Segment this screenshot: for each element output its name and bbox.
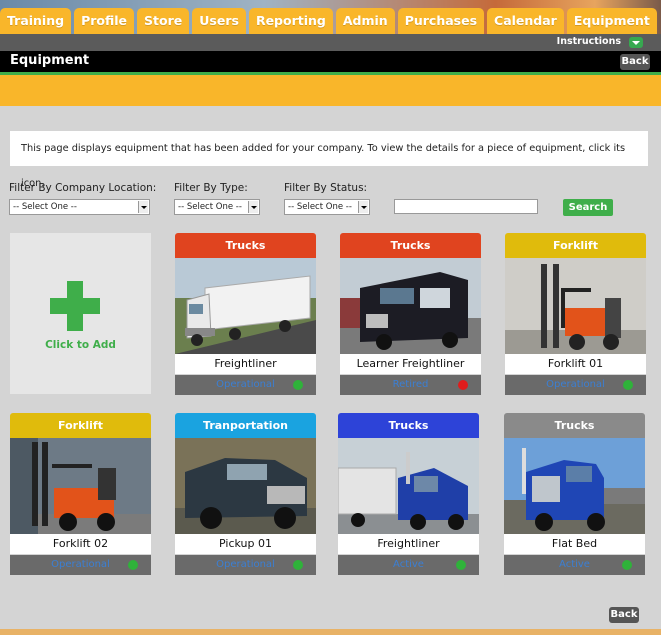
tab-reporting[interactable]: Reporting bbox=[248, 8, 333, 34]
tab-profile[interactable]: Profile bbox=[74, 8, 135, 34]
truck-photo bbox=[340, 258, 481, 354]
filter-type-label: Filter By Type: bbox=[174, 182, 248, 194]
card-name: Freightliner bbox=[175, 354, 316, 374]
card-type: Forklift bbox=[10, 413, 151, 438]
card-type: Tranportation bbox=[175, 413, 316, 438]
card-type: Trucks bbox=[504, 413, 645, 438]
status-indicator bbox=[456, 560, 466, 570]
card-name: Freightliner bbox=[338, 534, 479, 554]
status-indicator bbox=[623, 380, 633, 390]
tab-purchases[interactable]: Purchases bbox=[397, 8, 485, 34]
add-label: Click to Add bbox=[45, 339, 116, 351]
card-name: Forklift 02 bbox=[10, 534, 151, 554]
forklift-photo bbox=[505, 258, 646, 354]
card-name: Learner Freightliner bbox=[340, 354, 481, 374]
card-type: Trucks bbox=[175, 233, 316, 258]
equipment-card[interactable]: Trucks Flat Bed Active bbox=[504, 413, 645, 575]
card-name: Pickup 01 bbox=[175, 534, 316, 554]
status-select-value: -- Select One -- bbox=[288, 202, 352, 212]
status-indicator bbox=[458, 380, 468, 390]
main-nav: Training Profile Store Users Reporting A… bbox=[0, 8, 660, 34]
footer-strip bbox=[0, 629, 661, 635]
equipment-card[interactable]: Forklift Forklift 01 Operational bbox=[505, 233, 646, 395]
filter-location-label: Filter By Company Location: bbox=[9, 182, 157, 194]
plus-icon-bar bbox=[50, 298, 100, 314]
chevron-down-icon[interactable] bbox=[629, 37, 643, 48]
page-title: Equipment bbox=[10, 53, 90, 68]
back-button-bottom[interactable]: Back bbox=[609, 607, 639, 623]
tab-users[interactable]: Users bbox=[192, 8, 246, 34]
chevron-down-icon bbox=[138, 201, 148, 213]
location-select[interactable]: -- Select One -- bbox=[9, 199, 150, 215]
status-select[interactable]: -- Select One -- bbox=[284, 199, 370, 215]
card-type: Forklift bbox=[505, 233, 646, 258]
instructions-bar: Instructions bbox=[0, 34, 661, 51]
location-select-value: -- Select One -- bbox=[13, 202, 77, 212]
equipment-card[interactable]: Trucks Learner Freightliner Retired bbox=[340, 233, 481, 395]
status-indicator bbox=[293, 560, 303, 570]
type-select[interactable]: -- Select One -- bbox=[174, 199, 260, 215]
truck-photo bbox=[338, 438, 479, 534]
pickup-photo bbox=[175, 438, 316, 534]
add-equipment-card[interactable]: Click to Add bbox=[10, 233, 151, 394]
card-name: Flat Bed bbox=[504, 534, 645, 554]
equipment-card[interactable]: Tranportation Pickup 01 Operational bbox=[175, 413, 316, 575]
card-name: Forklift 01 bbox=[505, 354, 646, 374]
status-indicator bbox=[293, 380, 303, 390]
back-button-top[interactable]: Back bbox=[620, 54, 650, 70]
search-input[interactable] bbox=[394, 199, 538, 214]
type-select-value: -- Select One -- bbox=[178, 202, 242, 212]
chevron-down-icon bbox=[248, 201, 258, 213]
card-type: Trucks bbox=[340, 233, 481, 258]
equipment-card[interactable]: Trucks Freightliner Operational bbox=[175, 233, 316, 395]
tab-training[interactable]: Training bbox=[0, 8, 72, 34]
tab-store[interactable]: Store bbox=[137, 8, 190, 34]
info-message: This page displays equipment that has be… bbox=[10, 131, 648, 189]
banner-band bbox=[0, 75, 661, 106]
equipment-card[interactable]: Trucks Freightliner Active bbox=[338, 413, 479, 575]
title-bar: Equipment Back bbox=[0, 51, 661, 72]
forklift-photo bbox=[10, 438, 151, 534]
tab-equipment[interactable]: Equipment bbox=[566, 8, 657, 34]
card-type: Trucks bbox=[338, 413, 479, 438]
status-indicator bbox=[622, 560, 632, 570]
search-button[interactable]: Search bbox=[563, 199, 613, 216]
chevron-down-icon bbox=[358, 201, 368, 213]
tab-admin[interactable]: Admin bbox=[335, 8, 395, 34]
truck-photo bbox=[175, 258, 316, 354]
truck-photo bbox=[504, 438, 645, 534]
status-indicator bbox=[128, 560, 138, 570]
tab-calendar[interactable]: Calendar bbox=[487, 8, 564, 34]
equipment-card[interactable]: Forklift Forklift 02 Operational bbox=[10, 413, 151, 575]
instructions-label[interactable]: Instructions bbox=[557, 36, 621, 47]
filter-status-label: Filter By Status: bbox=[284, 182, 368, 194]
